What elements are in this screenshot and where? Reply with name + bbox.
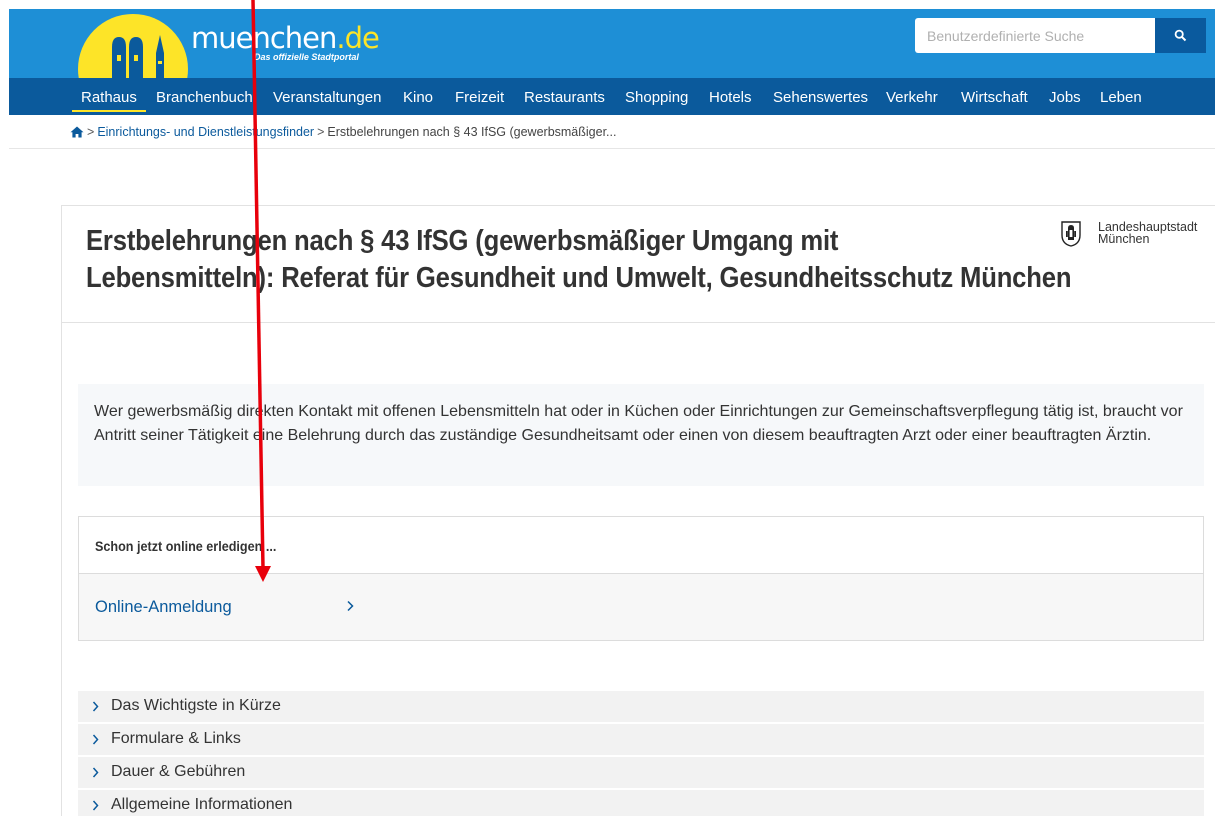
chevron-right-icon [92, 767, 99, 778]
intro-text: Wer gewerbsmäßig direkten Kontakt mit of… [78, 384, 1204, 486]
accordion-item-label: Formulare & Links [111, 730, 241, 747]
online-services-row[interactable]: Online-Anmeldung [79, 574, 1203, 640]
accordion-item-dauer[interactable]: Dauer & Gebühren [78, 757, 1204, 788]
munich-coat-of-arms-icon [1061, 221, 1081, 247]
nav-item-freizeit[interactable]: Freizeit [455, 78, 504, 115]
nav-item-jobs[interactable]: Jobs [1049, 78, 1081, 115]
nav-item-sehenswertes[interactable]: Sehenswertes [773, 78, 868, 115]
online-services-heading-text: Schon jetzt online erledigen ... [95, 538, 277, 554]
page-title: Erstbelehrungen nach § 43 IfSG (gewerbsm… [86, 223, 1076, 297]
nav-item-restaurants[interactable]: Restaurants [524, 78, 605, 115]
search-button[interactable] [1155, 18, 1206, 53]
accordion-item-allgemeine[interactable]: Allgemeine Informationen [78, 790, 1204, 816]
logo-subtitle: Das offizielle Stadtportal [254, 52, 359, 62]
accordion-item-wichtigste[interactable]: Das Wichtigste in Kürze [78, 691, 1204, 722]
breadcrumb-separator: > [317, 125, 325, 139]
nav-item-verkehr[interactable]: Verkehr [886, 78, 938, 115]
chevron-right-icon [92, 734, 99, 745]
nav-item-veranstaltungen[interactable]: Veranstaltungen [273, 78, 381, 115]
frauenkirche-logo-icon [112, 35, 164, 78]
breadcrumb-link[interactable]: Einrichtungs- und Dienstleistungsfinder [97, 125, 314, 139]
accordion-item-formulare[interactable]: Formulare & Links [78, 724, 1204, 755]
chevron-right-icon [92, 800, 99, 811]
nav-item-shopping[interactable]: Shopping [625, 78, 688, 115]
breadcrumb: > Einrichtungs- und Dienstleistungsfinde… [70, 124, 616, 140]
nav-item-hotels[interactable]: Hotels [709, 78, 752, 115]
accordion-item-label: Allgemeine Informationen [111, 796, 293, 813]
nav-item-rathaus[interactable]: Rathaus [72, 78, 146, 115]
city-label-line2: München [1098, 232, 1150, 246]
accordion-item-label: Dauer & Gebühren [111, 763, 246, 780]
online-services-heading: Schon jetzt online erledigen ... [79, 517, 1203, 574]
nav-item-branchenbuch[interactable]: Branchenbuch [156, 78, 253, 115]
logo-main-text: muenchen [191, 21, 337, 55]
nav-item-kino[interactable]: Kino [403, 78, 433, 115]
breadcrumb-separator: > [87, 125, 95, 139]
divider [62, 322, 1215, 323]
online-anmeldung-link[interactable]: Online-Anmeldung [95, 598, 232, 617]
nav-item-wirtschaft[interactable]: Wirtschaft [961, 78, 1028, 115]
logo-tld-text: .de [336, 21, 379, 55]
divider [9, 148, 1215, 149]
search-input[interactable] [915, 18, 1155, 53]
nav-item-leben[interactable]: Leben [1100, 78, 1142, 115]
online-services-box: Schon jetzt online erledigen ... Online-… [78, 516, 1204, 641]
main-nav: Rathaus Branchenbuch Veranstaltungen Kin… [9, 78, 1215, 115]
chevron-right-icon [92, 701, 99, 712]
accordion-item-label: Das Wichtigste in Kürze [111, 697, 281, 714]
home-icon[interactable] [70, 126, 84, 138]
site-logo[interactable]: muenchen.de [191, 21, 380, 55]
breadcrumb-current: Erstbelehrungen nach § 43 IfSG (gewerbsm… [327, 125, 617, 139]
search-icon [1174, 29, 1187, 42]
page-title-line1: Erstbelehrungen nach § 43 IfSG (gewerbsm… [86, 225, 839, 257]
chevron-right-icon [347, 600, 354, 612]
page-title-line2: Lebensmitteln): Referat für Gesundheit u… [86, 262, 1072, 294]
city-emblem: Landeshauptstadt München [1061, 221, 1197, 247]
